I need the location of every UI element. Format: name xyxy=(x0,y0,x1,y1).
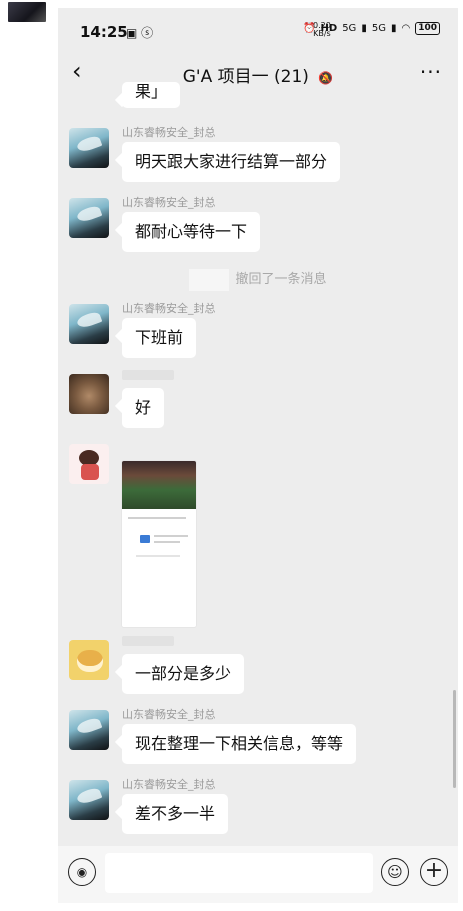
status-time: 14:25 xyxy=(80,23,128,41)
sender-name: 山东睿畅安全_封总 xyxy=(122,708,216,721)
image-photo-area xyxy=(122,461,196,509)
message-bubble[interactable]: 一部分是多少 xyxy=(122,654,245,694)
avatar[interactable] xyxy=(69,710,109,750)
avatar[interactable] xyxy=(69,780,109,820)
message-bubble[interactable]: 都耐心等待一下 xyxy=(122,212,261,252)
image-text-line xyxy=(154,541,180,543)
image-text-line xyxy=(128,517,186,519)
sender-name-blurred xyxy=(122,636,174,646)
signal-5g-2: 5G xyxy=(371,23,386,34)
avatar[interactable] xyxy=(69,128,109,168)
status-right-icons: ⏰ HD 5G ▮ 5G ▮ ◠ 100 xyxy=(303,22,440,35)
status-notification-icons: ▣ ⓢ xyxy=(126,26,154,40)
message-input[interactable] xyxy=(105,853,373,893)
chat-title: G'A 项目一 (21) xyxy=(182,67,309,87)
image-message[interactable] xyxy=(121,460,197,628)
sender-name: 山东睿畅安全_封总 xyxy=(122,196,216,209)
message-bubble[interactable]: 明天跟大家进行结算一部分 xyxy=(122,142,341,182)
phone-screen: 14:25 ▣ ⓢ 0.20 KB/s ⏰ HD 5G ▮ 5G ▮ ◠ 100… xyxy=(58,8,458,903)
signal-5g-1: 5G xyxy=(342,23,357,34)
sender-name-blurred xyxy=(122,370,174,380)
signal-bars-icon: ▮ xyxy=(390,23,397,34)
avatar[interactable] xyxy=(69,640,109,680)
avatar[interactable] xyxy=(69,198,109,238)
mute-bell-icon: 🔕 xyxy=(318,71,334,85)
hd-icon: HD xyxy=(320,23,338,34)
image-text-line xyxy=(154,535,188,537)
message-bubble[interactable]: 下班前 xyxy=(122,318,197,358)
sender-name: 山东睿畅安全_封总 xyxy=(122,778,216,791)
voice-icon[interactable]: ◉ xyxy=(68,858,96,886)
emoji-icon[interactable]: ☺ xyxy=(381,858,409,886)
chat-title-wrap: G'A 项目一 (21) 🔕 xyxy=(58,62,458,87)
image-logo-icon xyxy=(140,535,150,543)
recall-text: 撤回了一条消息 xyxy=(235,272,327,287)
message-bubble[interactable]: 差不多一半 xyxy=(122,794,229,834)
scrollbar[interactable] xyxy=(453,690,456,788)
avatar[interactable] xyxy=(69,374,109,414)
signal-bars-icon: ▮ xyxy=(361,23,367,34)
recall-user-blur xyxy=(189,268,230,291)
message-bubble[interactable]: 现在整理一下相关信息，等等 xyxy=(122,724,357,764)
message-bubble[interactable]: 好 xyxy=(122,388,165,428)
message-bubble[interactable]: 果」 xyxy=(122,82,181,108)
battery-icon: 100 xyxy=(415,22,440,35)
status-bar: 14:25 ▣ ⓢ 0.20 KB/s ⏰ HD 5G ▮ 5G ▮ ◠ 100 xyxy=(58,8,458,52)
image-text-line xyxy=(136,555,180,557)
sender-name: 山东睿畅安全_封总 xyxy=(122,302,216,315)
message-list[interactable]: 果」 山东睿畅安全_封总 明天跟大家进行结算一部分 山东睿畅安全_封总 都耐心等… xyxy=(58,82,458,846)
sender-name: 山东睿畅安全_封总 xyxy=(122,126,216,139)
alarm-icon: ⏰ xyxy=(303,23,316,34)
input-bar: ◉ ☺ + xyxy=(58,846,458,903)
more-options-icon[interactable]: ··· xyxy=(420,60,442,84)
wifi-icon: ◠ xyxy=(401,23,411,34)
recall-notice: 撤回了一条消息 xyxy=(58,268,458,291)
avatar[interactable] xyxy=(69,444,109,484)
plus-icon[interactable]: + xyxy=(420,858,448,886)
corner-thumbnail xyxy=(8,2,46,22)
avatar[interactable] xyxy=(69,304,109,344)
chat-header: ‹ G'A 项目一 (21) 🔕 ··· xyxy=(58,52,458,96)
